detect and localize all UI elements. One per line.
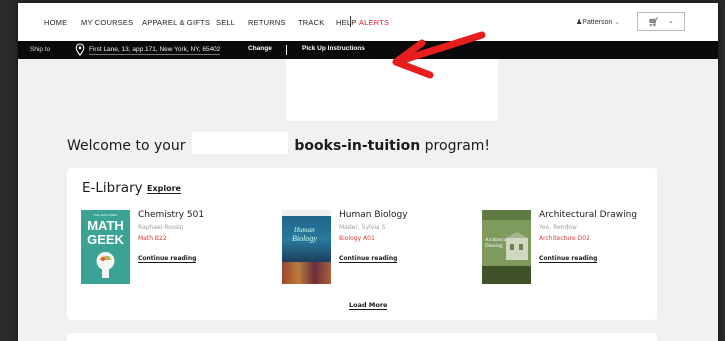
nav-home[interactable]: HOME — [44, 18, 67, 27]
explore-link[interactable]: Explore — [147, 184, 181, 194]
load-more-link[interactable]: Load More — [349, 301, 388, 310]
book-author: Raphael Rossin — [138, 224, 184, 231]
book-info: Chemistry 501 Raphael Rossin Math B22 Co… — [138, 210, 288, 264]
nav-apparel-gifts[interactable]: APPAREL & GIFTS — [142, 18, 210, 27]
nav-divider — [350, 16, 351, 27]
book-title[interactable]: Architectural Drawing — [539, 210, 689, 220]
book-item: THE MATH GEEK MATH GEEK Chemistry 501 Ra… — [81, 210, 281, 286]
head-illustration-icon — [96, 252, 115, 278]
e-library-title: E-Library — [82, 180, 143, 196]
next-section-card — [67, 333, 657, 341]
ship-address: First Lane, 13, app.171, New York, NY, 6… — [89, 46, 221, 55]
change-address-link[interactable]: Change — [248, 45, 272, 52]
top-nav: HOME MY COURSES APPAREL & GIFTS SELL RET… — [18, 3, 718, 41]
continue-reading-link[interactable]: Continue reading — [339, 255, 398, 263]
ship-to-label: Ship to — [30, 46, 51, 53]
pick-up-instructions-link[interactable]: Pick Up Instructions — [302, 45, 365, 52]
redacted-school-name — [191, 132, 288, 154]
ship-to-bar: Ship to First Lane, 13, app.171, New Yor… — [18, 41, 718, 59]
book-course: Math B22 — [138, 235, 167, 242]
book-item: Human Biology Human Biology Mader, Sylvi… — [282, 210, 482, 286]
welcome-suffix: program! — [424, 138, 491, 154]
user-name: Patterson — [582, 19, 613, 26]
cover-title-line2: Biology — [292, 234, 317, 243]
book-item: Architectural Drawing Architectural Draw… — [482, 210, 657, 286]
location-pin-icon — [75, 43, 85, 56]
ship-divider — [286, 45, 287, 55]
cover-title-line1: Human — [294, 226, 315, 234]
continue-reading-link[interactable]: Continue reading — [138, 255, 197, 263]
cart-icon: 🛒︎ — [648, 17, 660, 27]
user-menu[interactable]: ♟Patterson ⌄ — [576, 18, 620, 26]
book-cover[interactable]: Architectural Drawing — [482, 210, 531, 284]
book-author: Mader, Sylvia S — [339, 224, 386, 231]
cover-title-line2: Drawing — [485, 244, 503, 249]
nav-sell[interactable]: SELL — [216, 18, 235, 27]
cover-title-line2: GEEK — [87, 232, 124, 247]
nav-help[interactable]: HELP — [336, 18, 356, 27]
e-library-card: E-Library Explore THE MATH GEEK MATH GEE… — [67, 168, 657, 320]
welcome-heading: Welcome to your books-in-tuition program… — [67, 132, 491, 154]
nav-returns[interactable]: RETURNS — [248, 18, 286, 27]
cover-title-line1: MATH — [87, 218, 124, 233]
book-title[interactable]: Human Biology — [339, 210, 489, 220]
chevron-down-icon: ⌄ — [614, 19, 621, 26]
book-course: Architecture D02 — [539, 235, 590, 242]
building-illustration-icon — [506, 232, 528, 260]
nav-track[interactable]: TRACK — [298, 18, 324, 27]
book-title[interactable]: Chemistry 501 — [138, 210, 288, 220]
continue-reading-link[interactable]: Continue reading — [539, 255, 598, 263]
browser-frame: HOME MY COURSES APPAREL & GIFTS SELL RET… — [18, 3, 718, 341]
book-cover[interactable]: THE MATH GEEK MATH GEEK — [81, 210, 130, 284]
nav-alerts[interactable]: ALERTS — [359, 18, 389, 27]
chevron-down-icon: ⌄ — [668, 18, 674, 25]
book-info: Architectural Drawing Yee, Rendow Archit… — [539, 210, 689, 264]
book-cover[interactable]: Human Biology — [282, 210, 331, 284]
nav-my-courses[interactable]: MY COURSES — [81, 18, 133, 27]
book-course: Biology A01 — [339, 235, 375, 242]
welcome-prefix: Welcome to your — [67, 138, 186, 154]
book-info: Human Biology Mader, Sylvia S Biology A0… — [339, 210, 489, 264]
book-author: Yee, Rendow — [539, 224, 577, 231]
welcome-program: books-in-tuition — [294, 138, 421, 154]
red-arrow-annotation — [392, 31, 486, 79]
cart-button[interactable]: 🛒︎ ⌄ — [637, 12, 685, 31]
